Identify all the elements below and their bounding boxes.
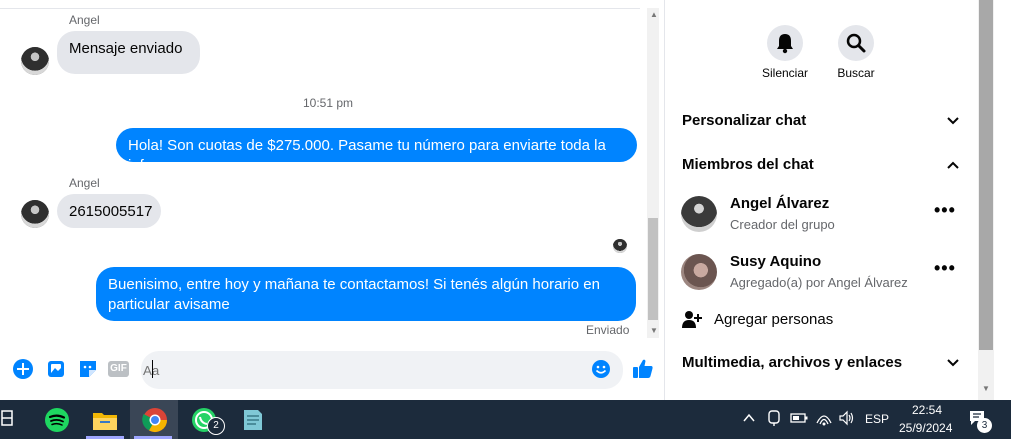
wifi-icon[interactable]	[815, 409, 833, 427]
message-text: 2615005517	[69, 203, 153, 220]
avatar	[681, 196, 717, 232]
chat-members-row[interactable]: Miembros del chat	[673, 148, 967, 182]
scroll-up-icon[interactable]: ▲	[650, 10, 658, 19]
clock-date[interactable]: 25/9/2024	[899, 421, 952, 435]
bell-icon	[777, 34, 793, 54]
more-options-icon[interactable]: •••	[934, 258, 956, 279]
photo-icon[interactable]	[45, 358, 67, 380]
language-indicator[interactable]: ESP	[865, 412, 889, 426]
search-icon	[846, 33, 866, 53]
media-files-links-row[interactable]: Multimedia, archivos y enlaces	[673, 346, 967, 380]
avatar[interactable]	[21, 47, 49, 75]
message-text: Mensaje enviado	[69, 40, 183, 57]
chevron-down-icon	[947, 117, 959, 125]
section-title: Personalizar chat	[682, 112, 807, 129]
chat-area: Angel Mensaje enviado 10:51 pm Hola! Son…	[0, 0, 664, 400]
chrome-icon[interactable]	[141, 406, 169, 434]
message-timestamp: 10:51 pm	[303, 96, 354, 110]
member-row[interactable]: Susy Aquino Agregado(a) por Angel Álvare…	[673, 248, 967, 296]
sticker-icon[interactable]	[77, 358, 99, 380]
search-label: Buscar	[837, 66, 875, 80]
section-title: Miembros del chat	[682, 156, 814, 173]
message-status: Enviado	[586, 323, 630, 337]
sender-name: Angel	[69, 176, 100, 190]
plus-circle-icon[interactable]	[12, 358, 34, 380]
message-text: Hola! Son cuotas de $275.000. Pasame tu …	[128, 137, 606, 174]
mute-button[interactable]	[767, 25, 803, 61]
divider	[0, 8, 640, 9]
chevron-up-icon	[947, 161, 959, 169]
add-people-row[interactable]: Agregar personas	[673, 304, 967, 338]
message-bubble-outgoing[interactable]: Hola! Son cuotas de $275.000. Pasame tu …	[116, 128, 637, 174]
section-title: Multimedia, archivos y enlaces	[682, 354, 903, 371]
add-people-label: Agregar personas	[714, 311, 834, 328]
message-bubble-incoming[interactable]: Mensaje enviado	[57, 31, 200, 74]
chat-info-panel: Silenciar Buscar Personalizar chat Miemb…	[664, 0, 980, 400]
thumbs-up-icon[interactable]	[631, 357, 655, 381]
member-subtitle: Agregado(a) por Angel Álvarez	[730, 275, 908, 290]
notepad-icon[interactable]	[238, 406, 266, 434]
clock-time[interactable]: 22:54	[912, 403, 942, 417]
battery-icon[interactable]	[790, 412, 808, 424]
message-bubble-outgoing[interactable]: Buenisimo, entre hoy y mañana te contact…	[96, 267, 636, 321]
panel-scrollbar-thumb[interactable]	[979, 0, 993, 350]
task-view-icon[interactable]	[0, 409, 14, 427]
spotify-icon[interactable]	[43, 406, 71, 434]
file-explorer-icon[interactable]	[91, 407, 119, 433]
member-name: Angel Álvarez	[730, 195, 830, 212]
more-options-icon[interactable]: •••	[934, 200, 956, 221]
avatar[interactable]	[21, 200, 49, 228]
volume-icon[interactable]	[838, 409, 856, 427]
gif-icon[interactable]: GIF	[108, 361, 129, 377]
text-caret	[152, 360, 153, 378]
scroll-down-icon[interactable]: ▼	[982, 384, 990, 393]
member-subtitle: Creador del grupo	[730, 217, 835, 232]
member-row[interactable]: Angel Álvarez Creador del grupo •••	[673, 190, 967, 238]
message-input[interactable]	[141, 351, 623, 389]
scroll-down-icon[interactable]: ▼	[650, 326, 658, 335]
show-hidden-icons-icon[interactable]	[742, 412, 756, 424]
read-receipt-avatar	[613, 239, 627, 253]
notification-badge: 2	[207, 417, 225, 435]
customize-chat-row[interactable]: Personalizar chat	[673, 104, 967, 138]
search-button[interactable]	[838, 25, 874, 61]
notification-badge: 3	[977, 418, 992, 433]
sender-name: Angel	[69, 13, 100, 27]
panel-heading-cutoff	[681, 0, 711, 2]
meet-now-icon[interactable]	[766, 409, 782, 427]
mute-label: Silenciar	[761, 66, 809, 80]
chevron-down-icon	[947, 359, 959, 367]
avatar	[681, 254, 717, 290]
emoji-icon[interactable]	[591, 359, 611, 379]
add-person-icon	[682, 311, 702, 328]
message-bubble-incoming[interactable]: 2615005517	[57, 194, 161, 228]
message-text: Buenisimo, entre hoy y mañana te contact…	[108, 276, 600, 313]
member-name: Susy Aquino	[730, 253, 822, 270]
scrollbar-thumb[interactable]	[648, 218, 658, 320]
